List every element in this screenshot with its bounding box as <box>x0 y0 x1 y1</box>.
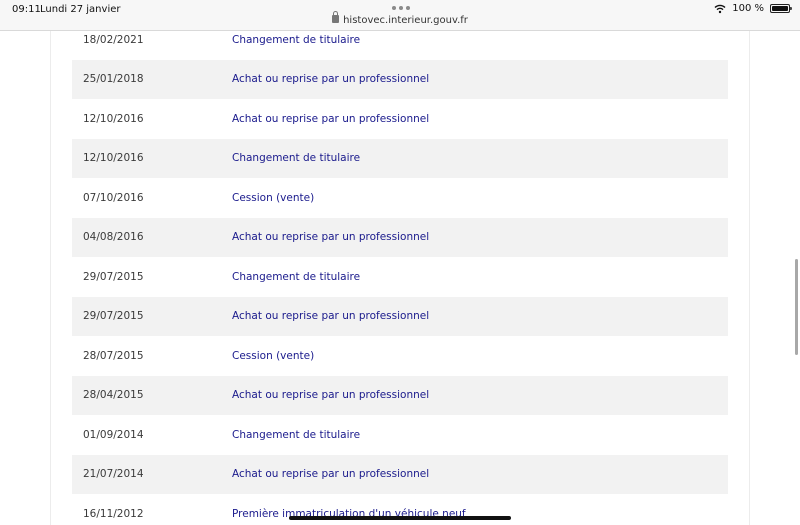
history-table: 18/02/2021 Changement de titulaire 25/01/2… <box>72 31 728 525</box>
wifi-icon <box>714 4 726 13</box>
row-date: 07/10/2016 <box>83 191 144 204</box>
row-operation-link[interactable]: Changement de titulaire <box>232 34 360 46</box>
table-row: 29/07/2015 Achat ou reprise par un profes… <box>72 296 728 336</box>
more-dots-icon[interactable] <box>392 6 410 10</box>
row-date: 25/01/2018 <box>83 73 144 86</box>
home-indicator[interactable] <box>289 516 511 520</box>
table-row: 07/10/2016 Cession (vente) <box>72 178 728 218</box>
row-date: 29/07/2015 <box>83 270 144 283</box>
table-row: 28/07/2015 Cession (vente) <box>72 336 728 376</box>
row-date: 01/09/2014 <box>83 428 144 441</box>
status-time: 09:11 <box>12 4 41 15</box>
table-row: 12/10/2016 Achat ou reprise par un profes… <box>72 99 728 139</box>
row-operation-link[interactable]: Cession (vente) <box>232 192 314 204</box>
row-date: 28/04/2015 <box>83 389 144 402</box>
table-row: 28/04/2015 Achat ou reprise par un profes… <box>72 375 728 415</box>
address-bar[interactable]: histovec.interieur.gouv.fr <box>0 11 800 26</box>
row-date: 21/07/2014 <box>83 468 144 481</box>
status-bar: 09:11 Lundi 27 janvier histovec.interieu… <box>0 0 800 31</box>
row-operation-link[interactable]: Achat ou reprise par un professionnel <box>232 389 429 401</box>
row-operation-link[interactable]: Achat ou reprise par un professionnel <box>232 310 429 322</box>
table-row: 16/11/2012 Première immatriculation d'un … <box>72 494 728 525</box>
scrollbar[interactable] <box>795 259 798 355</box>
row-date: 28/07/2015 <box>83 349 144 362</box>
row-operation-link[interactable]: Changement de titulaire <box>232 152 360 164</box>
table-row: 18/02/2021 Changement de titulaire <box>72 31 728 60</box>
row-date: 04/08/2016 <box>83 231 144 244</box>
row-operation-link[interactable]: Achat ou reprise par un professionnel <box>232 468 429 480</box>
battery-icon <box>770 4 792 13</box>
row-date: 29/07/2015 <box>83 310 144 323</box>
row-date: 12/10/2016 <box>83 112 144 125</box>
lock-icon <box>332 11 340 23</box>
table-row: 12/10/2016 Changement de titulaire <box>72 138 728 178</box>
status-right: 100 % <box>714 3 792 14</box>
table-row: 21/07/2014 Achat ou reprise par un profes… <box>72 454 728 494</box>
battery-percent: 100 % <box>732 3 764 14</box>
row-date: 18/02/2021 <box>83 33 144 46</box>
table-row: 29/07/2015 Changement de titulaire <box>72 257 728 297</box>
page-content: 18/02/2021 Changement de titulaire 25/01/2… <box>0 31 800 525</box>
status-date: Lundi 27 janvier <box>40 4 121 15</box>
row-operation-link[interactable]: Achat ou reprise par un professionnel <box>232 231 429 243</box>
row-date: 16/11/2012 <box>83 507 144 520</box>
url-text: histovec.interieur.gouv.fr <box>343 15 468 26</box>
row-operation-link[interactable]: Achat ou reprise par un professionnel <box>232 73 429 85</box>
row-date: 12/10/2016 <box>83 152 144 165</box>
table-row: 25/01/2018 Achat ou reprise par un profes… <box>72 59 728 99</box>
row-operation-link[interactable]: Changement de titulaire <box>232 429 360 441</box>
row-operation-link[interactable]: Achat ou reprise par un professionnel <box>232 113 429 125</box>
table-row: 01/09/2014 Changement de titulaire <box>72 415 728 455</box>
table-row: 04/08/2016 Achat ou reprise par un profes… <box>72 217 728 257</box>
row-operation-link[interactable]: Changement de titulaire <box>232 271 360 283</box>
row-operation-link[interactable]: Cession (vente) <box>232 350 314 362</box>
